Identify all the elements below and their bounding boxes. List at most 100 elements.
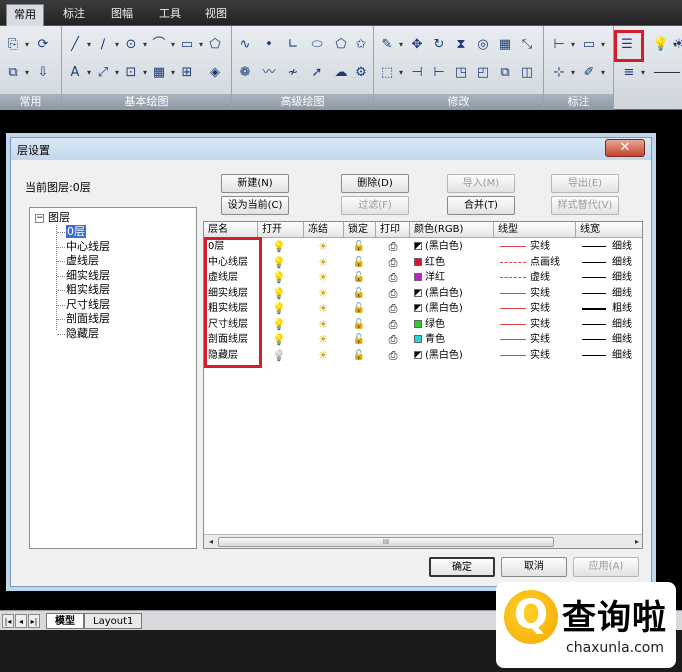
printer-icon[interactable]: ⎙ [386, 318, 400, 332]
wave-icon[interactable]: 〰 [260, 64, 278, 82]
layer-color[interactable]: (黑白色) [414, 239, 463, 254]
ribbon-tab-sheet[interactable]: 图幅 [104, 4, 140, 24]
polyline-icon[interactable]: ∕ [94, 36, 119, 54]
dimension-style-icon[interactable]: ▭ [580, 36, 605, 54]
layer-color[interactable]: 青色 [414, 332, 445, 347]
column-header[interactable]: 打印 [376, 222, 410, 238]
boundary-icon[interactable]: ⊞ [178, 64, 196, 82]
scroll-right-icon[interactable]: ▸ [631, 536, 642, 548]
tab-layout1[interactable]: Layout1 [84, 613, 143, 629]
ribbon-tab-tools[interactable]: 工具 [152, 4, 188, 24]
trim-icon[interactable]: ⊣ [408, 64, 426, 82]
sun-icon[interactable]: ☀ [316, 318, 330, 332]
star-icon[interactable]: ✩ [352, 36, 370, 54]
tree-item[interactable]: 虚线层 [66, 254, 99, 268]
helix-icon[interactable]: ❁ [236, 64, 254, 82]
lock-icon[interactable]: 🔓 [352, 240, 366, 254]
eraser-icon[interactable]: ✎ [378, 36, 403, 54]
ok-button[interactable]: 确定 [429, 557, 495, 577]
angle-icon[interactable]: ∟ [284, 36, 302, 54]
table-row[interactable]: 隐藏层 💡 ☀ 🔓 ⎙ (黑白色) 实线 细线 [204, 348, 642, 363]
chamfer-icon[interactable]: ◰ [474, 64, 492, 82]
extend-icon[interactable]: ⊢ [430, 64, 448, 82]
layer-color[interactable]: (黑白色) [414, 301, 463, 316]
lineweight-name[interactable]: 细线 [612, 348, 632, 363]
image-icon[interactable]: ◈ [206, 64, 224, 82]
linetype-name[interactable]: 实线 [530, 301, 550, 316]
lineweight-name[interactable]: 细线 [612, 239, 632, 254]
printer-icon[interactable]: ⎙ [386, 287, 400, 301]
lineweight-name[interactable]: 粗线 [612, 301, 632, 316]
linetype-name[interactable]: 实线 [530, 348, 550, 363]
tree-item[interactable]: 隐藏层 [66, 327, 99, 341]
nav-last-icon[interactable]: ▸| [28, 614, 40, 628]
hatch-icon[interactable]: ▦ [150, 64, 175, 82]
linear-dimension-icon[interactable]: ⊢ [550, 36, 575, 54]
linetype-name[interactable]: 实线 [530, 239, 550, 254]
column-header[interactable]: 打开 [258, 222, 304, 238]
lineweight-icon[interactable]: ≡ [620, 64, 645, 82]
printer-icon[interactable]: ⎙ [386, 271, 400, 285]
export-button[interactable]: 导出(E) [551, 174, 619, 193]
sun-icon[interactable]: ☀ [316, 256, 330, 270]
block-icon[interactable]: ⊡ [122, 64, 147, 82]
table-row[interactable]: 剖面线层 💡 ☀ 🔓 ⎙ 青色 实线 细线 [204, 332, 642, 347]
select-box-icon[interactable]: ⬚ [378, 64, 403, 82]
lock-icon[interactable]: 🔓 [352, 302, 366, 316]
array-icon[interactable]: ▦ [496, 36, 514, 54]
fillet-icon[interactable]: ◳ [452, 64, 470, 82]
horizontal-scrollbar[interactable]: ◂ III ▸ [204, 534, 642, 548]
lineweight-name[interactable]: 细线 [612, 255, 632, 270]
cancel-button[interactable]: 取消 [501, 557, 567, 577]
column-header[interactable]: 线型 [494, 222, 576, 238]
layer-color[interactable]: 绿色 [414, 317, 445, 332]
table-row[interactable]: 细实线层 💡 ☀ 🔓 ⎙ (黑白色) 实线 细线 [204, 286, 642, 301]
stretch-icon[interactable]: ⤡ [518, 36, 536, 54]
bulb-icon[interactable]: 💡 [272, 302, 286, 316]
printer-icon[interactable]: ⎙ [386, 333, 400, 347]
linetype-name[interactable]: 实线 [530, 317, 550, 332]
linetype-name[interactable]: 虚线 [530, 270, 550, 285]
pentagon-icon[interactable]: ⬠ [332, 36, 350, 54]
table-row[interactable]: 尺寸线层 💡 ☀ 🔓 ⎙ 绿色 实线 细线 [204, 317, 642, 332]
layer-color[interactable]: (黑白色) [414, 348, 463, 363]
nav-prev-icon[interactable]: ◂ [15, 614, 27, 628]
apply-button[interactable]: 应用(A) [573, 557, 639, 577]
printer-icon[interactable]: ⎙ [386, 302, 400, 316]
sun-icon[interactable]: ☀ [316, 287, 330, 301]
tree-expander[interactable]: − [35, 214, 44, 223]
linetype-name[interactable]: 实线 [530, 286, 550, 301]
mirror-icon[interactable]: ⧗ [452, 36, 470, 54]
column-header[interactable]: 层名 [204, 222, 258, 238]
ribbon-tab-common[interactable]: 常用 [6, 4, 44, 26]
sun-icon[interactable]: ☀ [670, 36, 682, 54]
layout-icon[interactable]: ⧉ [4, 64, 29, 82]
bulb-icon[interactable]: 💡 [272, 256, 286, 270]
cloud-icon[interactable]: ☁ [332, 64, 350, 82]
scroll-left-icon[interactable]: ◂ [205, 536, 217, 548]
export-icon[interactable]: ⇩ [34, 64, 52, 82]
nav-first-icon[interactable]: |◂ [2, 614, 14, 628]
column-header[interactable]: 颜色(RGB) [410, 222, 494, 238]
tree-item[interactable]: 尺寸线层 [66, 298, 110, 312]
bulb-icon[interactable]: 💡 [272, 287, 286, 301]
lock-icon[interactable]: 🔓 [352, 318, 366, 332]
ellipse-icon[interactable]: ⬭ [308, 36, 326, 54]
text-icon[interactable]: A [66, 64, 91, 82]
linetype-name[interactable]: 点画线 [530, 255, 560, 270]
bulb-icon[interactable]: 💡 [272, 333, 286, 347]
printer-icon[interactable]: ⎙ [386, 240, 400, 254]
sun-icon[interactable]: ☀ [316, 302, 330, 316]
printer-icon[interactable]: ⎙ [386, 256, 400, 270]
table-row[interactable]: 粗实线层 💡 ☀ 🔓 ⎙ (黑白色) 实线 粗线 [204, 301, 642, 316]
ribbon-tab-view[interactable]: 视图 [198, 4, 234, 24]
tree-item[interactable]: 0层 [66, 225, 86, 239]
arc-icon[interactable]: ⌒ [150, 36, 175, 54]
set-current-button[interactable]: 设为当前(C) [221, 196, 289, 215]
polygon-icon[interactable]: ⬠ [206, 36, 224, 54]
column-header[interactable]: 冻结 [304, 222, 344, 238]
dialog-titlebar[interactable]: 层设置 ✕ [11, 138, 651, 160]
column-header[interactable]: 线宽 [576, 222, 642, 238]
lock-icon[interactable]: 🔓 [352, 256, 366, 270]
refresh-icon[interactable]: ⟳ [34, 36, 52, 54]
